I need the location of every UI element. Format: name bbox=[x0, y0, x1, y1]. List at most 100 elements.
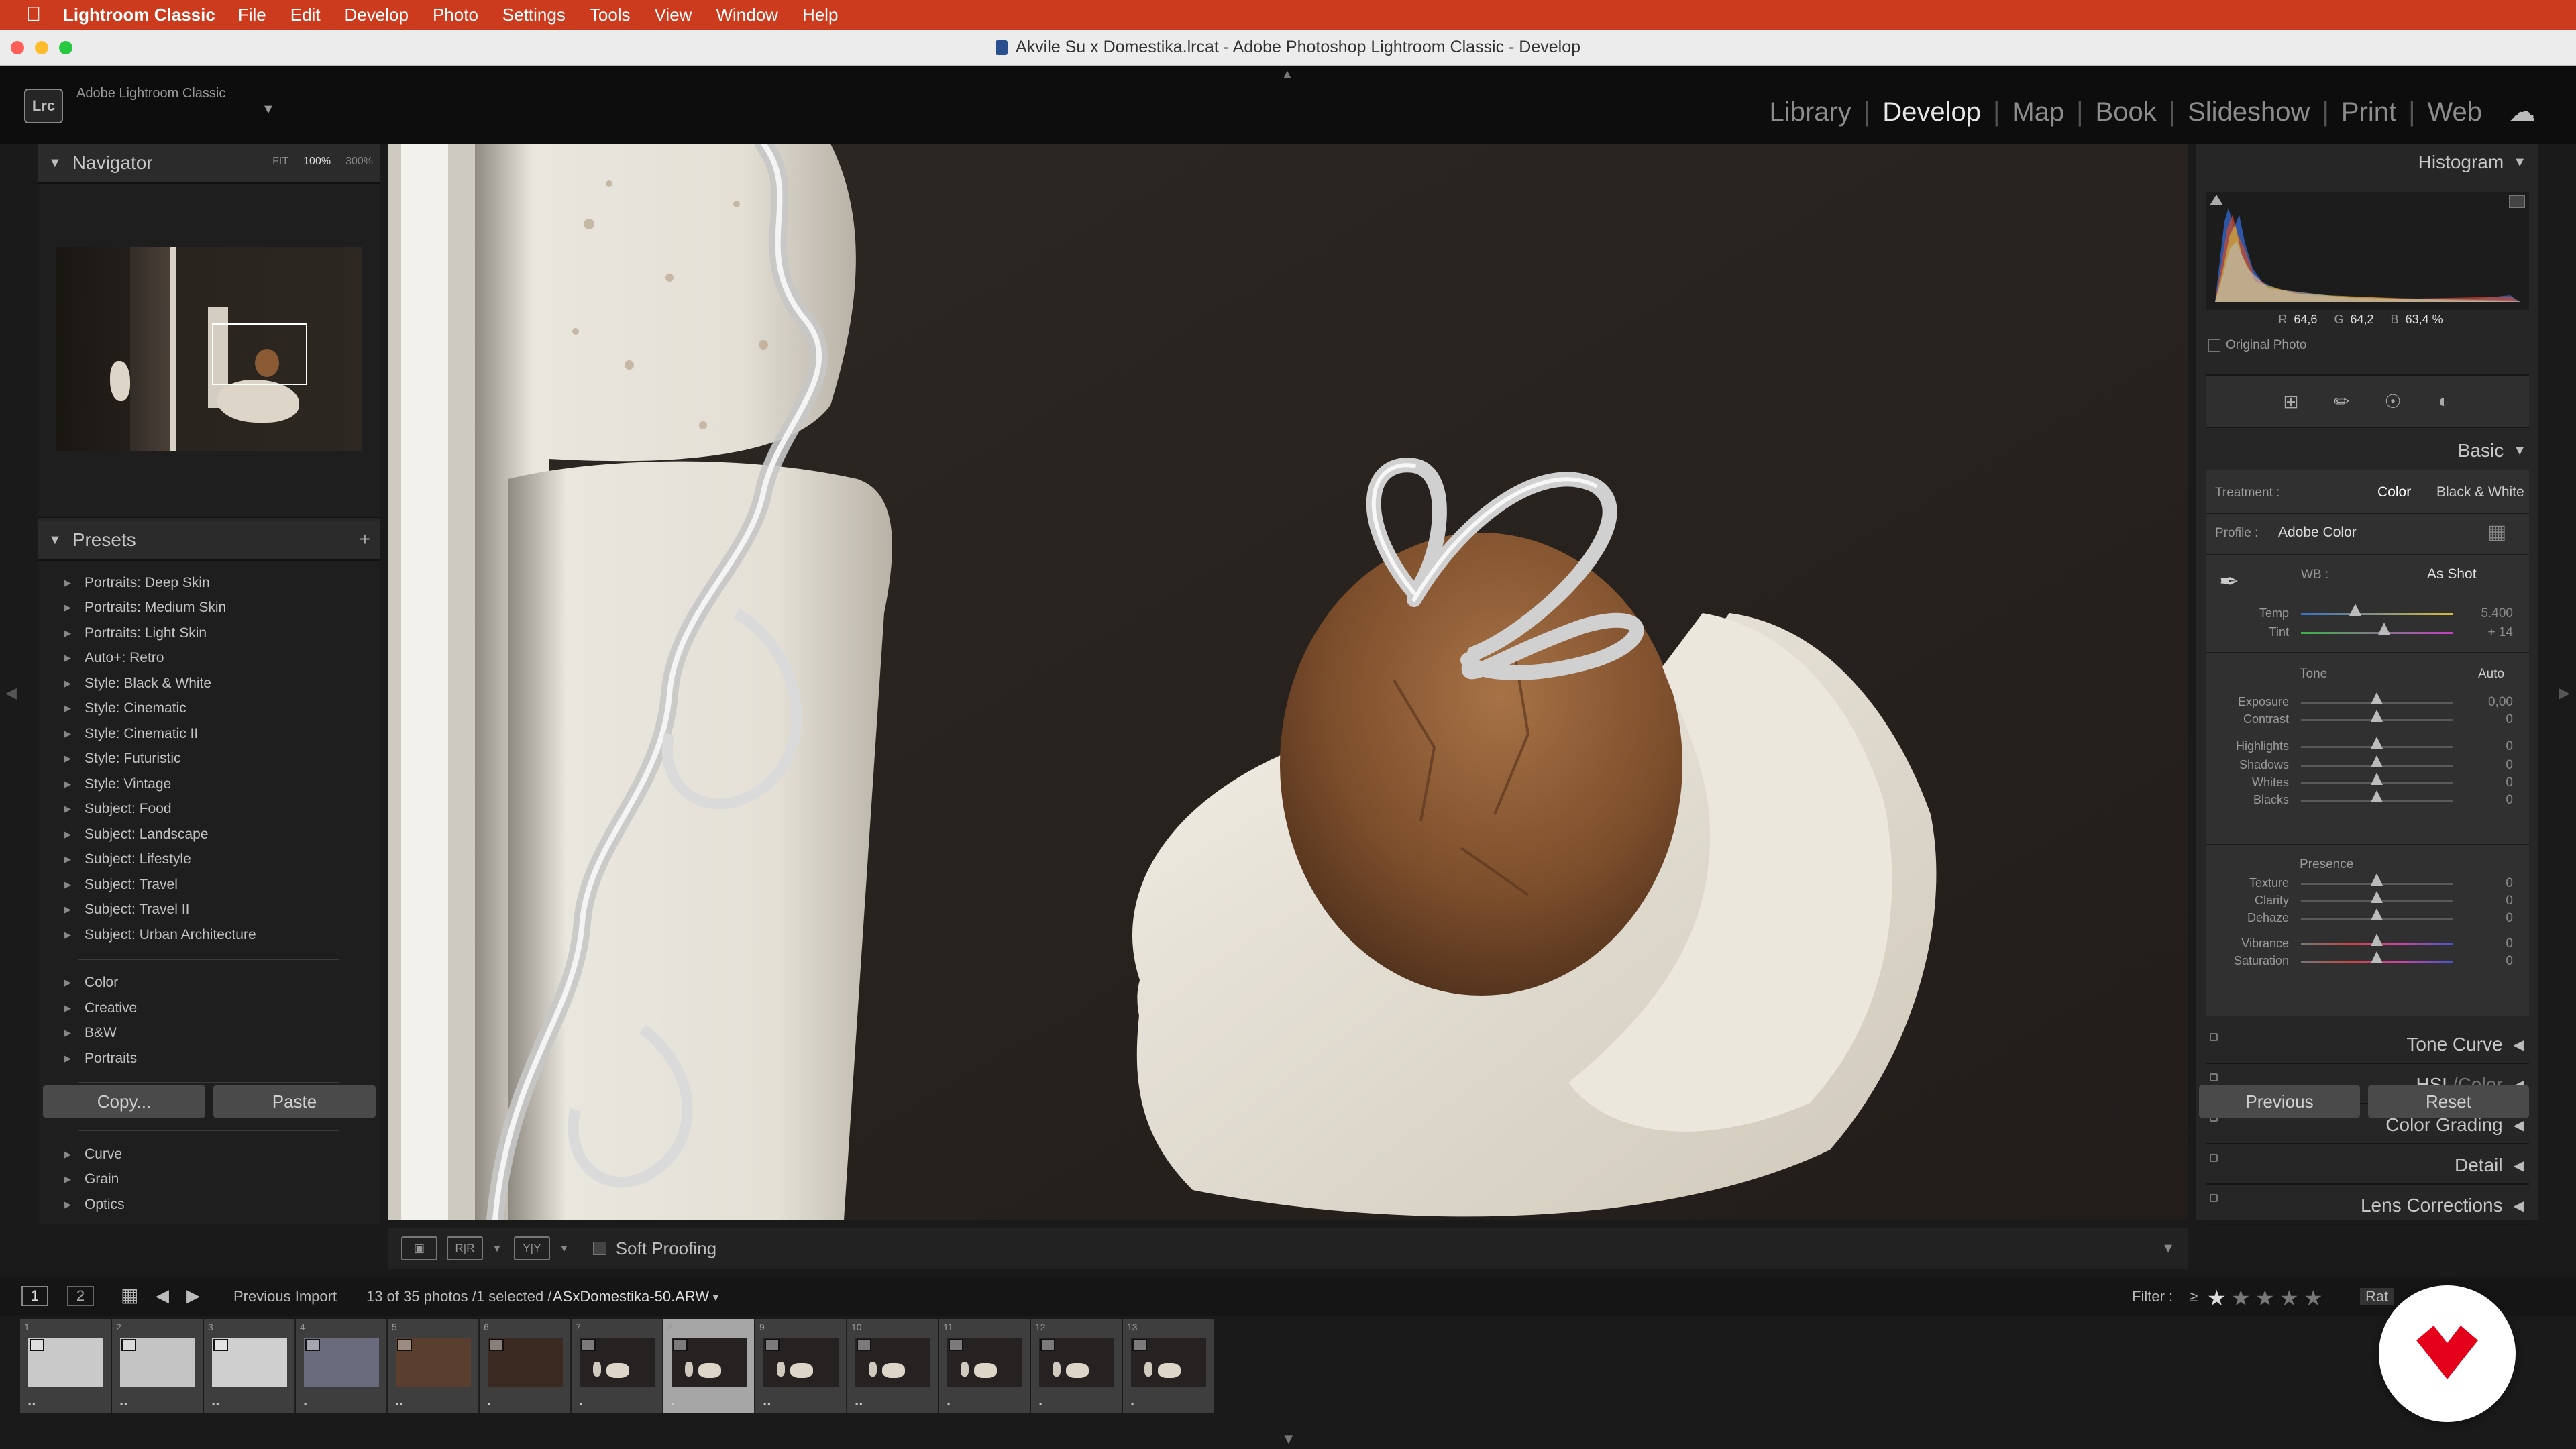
slider-track[interactable] bbox=[2301, 951, 2453, 963]
slider-track[interactable] bbox=[2301, 755, 2453, 767]
previous-button[interactable]: Previous bbox=[2199, 1085, 2360, 1118]
preset-folder[interactable]: ▶ B&W bbox=[38, 1021, 380, 1046]
module-develop[interactable]: Develop bbox=[1870, 97, 1993, 127]
slider-track[interactable] bbox=[2301, 692, 2453, 704]
menu-develop[interactable]: Develop bbox=[345, 5, 409, 25]
preset-folder[interactable]: ▶ Style: Futuristic bbox=[38, 747, 380, 772]
filmstrip-thumbnail[interactable]: 6 • bbox=[480, 1319, 571, 1413]
slider-track[interactable] bbox=[2301, 891, 2453, 903]
right-panel-toggle-icon[interactable]: ▶ bbox=[2559, 684, 2570, 702]
slider-value[interactable]: 0 bbox=[2453, 876, 2513, 891]
slider-thumb[interactable] bbox=[2371, 873, 2383, 885]
red-eye-icon[interactable]: ☉ bbox=[2381, 390, 2404, 413]
panel-enable-switch[interactable] bbox=[2210, 1194, 2218, 1202]
filmstrip-thumbnail[interactable]: 10 •• bbox=[847, 1319, 938, 1413]
slider-track[interactable] bbox=[2301, 790, 2453, 802]
module-map[interactable]: Map bbox=[2000, 97, 2076, 127]
slider-thumb[interactable] bbox=[2371, 891, 2383, 903]
menu-photo[interactable]: Photo bbox=[433, 5, 478, 25]
menu-edit[interactable]: Edit bbox=[290, 5, 321, 25]
navigator-thumbnail[interactable] bbox=[56, 247, 362, 451]
preset-folder[interactable]: ▶ Auto+: Retro bbox=[38, 646, 380, 672]
module-print[interactable]: Print bbox=[2329, 97, 2408, 127]
filmstrip-thumbnail[interactable]: 8 • bbox=[663, 1319, 755, 1413]
slider-thumb[interactable] bbox=[2371, 692, 2383, 704]
zoom-fit[interactable]: FIT bbox=[272, 156, 288, 168]
paste-settings-button[interactable]: Paste bbox=[213, 1085, 376, 1118]
menu-view[interactable]: View bbox=[655, 5, 692, 25]
profile-dropdown[interactable]: Adobe Color bbox=[2278, 525, 2357, 541]
slider-value[interactable]: 5.400 bbox=[2453, 606, 2513, 621]
slider-track[interactable] bbox=[2301, 873, 2453, 885]
loupe-view-icon[interactable]: ▣ bbox=[401, 1236, 437, 1260]
slider-value[interactable]: 0 bbox=[2453, 911, 2513, 926]
soft-proofing-checkbox[interactable] bbox=[592, 1242, 606, 1255]
minimize-window-button[interactable] bbox=[35, 41, 48, 54]
preset-folder[interactable]: ▶ Creative bbox=[38, 996, 380, 1021]
rating-star-icon[interactable]: ★ bbox=[2279, 1285, 2299, 1311]
copy-settings-button[interactable]: Copy... bbox=[43, 1085, 205, 1118]
filename-dropdown-icon[interactable]: ▼ bbox=[711, 1292, 720, 1303]
primary-window-button[interactable]: 1 bbox=[21, 1286, 48, 1306]
treatment-black-white[interactable]: Black & White bbox=[2436, 484, 2524, 500]
filter-operator[interactable]: ≥ bbox=[2190, 1288, 2198, 1305]
slider-value[interactable]: 0 bbox=[2453, 793, 2513, 808]
wb-eyedropper-icon[interactable]: ✒ bbox=[2219, 568, 2239, 596]
preset-folder[interactable]: ▶ Portraits: Deep Skin bbox=[38, 570, 380, 596]
apple-icon[interactable]:  bbox=[20, 3, 47, 26]
preset-folder[interactable]: ▶ Subject: Urban Architecture bbox=[38, 922, 380, 948]
image-canvas[interactable] bbox=[388, 144, 2188, 1220]
zoom-300[interactable]: 300% bbox=[345, 156, 373, 168]
selected-filename[interactable]: ASxDomestika-50.ARW bbox=[553, 1288, 709, 1305]
preset-folder[interactable]: ▶ Grain bbox=[38, 1167, 380, 1193]
presets-header[interactable]: ▼ Presets + bbox=[38, 521, 380, 559]
filmstrip-thumbnail[interactable]: 1 •• bbox=[20, 1319, 111, 1413]
preset-folder[interactable]: ▶ Portraits: Medium Skin bbox=[38, 596, 380, 621]
menu-help[interactable]: Help bbox=[802, 5, 838, 25]
before-after-swap-icon[interactable]: Y|Y bbox=[513, 1236, 550, 1260]
module-library[interactable]: Library bbox=[1758, 97, 1864, 127]
preset-folder[interactable]: ▶ Style: Cinematic II bbox=[38, 721, 380, 747]
rating-star-icon[interactable]: ★ bbox=[2207, 1285, 2226, 1311]
slider-track[interactable] bbox=[2301, 710, 2453, 722]
add-preset-icon[interactable]: + bbox=[360, 529, 370, 550]
filmstrip-thumbnail[interactable]: 3 •• bbox=[204, 1319, 295, 1413]
slider-track[interactable] bbox=[2301, 737, 2453, 749]
reset-button[interactable]: Reset bbox=[2368, 1085, 2529, 1118]
filmstrip-thumbnail[interactable]: 11 • bbox=[939, 1319, 1030, 1413]
left-panel-toggle-icon[interactable]: ◀ bbox=[5, 684, 17, 702]
soft-proofing-toggle[interactable]: Soft Proofing bbox=[592, 1238, 716, 1259]
filmstrip-thumbnail[interactable]: 4 • bbox=[296, 1319, 387, 1413]
slider-thumb[interactable] bbox=[2371, 737, 2383, 749]
slider-value[interactable]: 0 bbox=[2453, 954, 2513, 969]
slider-thumb[interactable] bbox=[2371, 908, 2383, 920]
histogram-graph[interactable] bbox=[2206, 192, 2529, 310]
filmstrip-thumbnail[interactable]: 5 •• bbox=[388, 1319, 479, 1413]
slider-thumb[interactable] bbox=[2371, 710, 2383, 722]
slider-thumb[interactable] bbox=[2349, 604, 2362, 616]
menu-window[interactable]: Window bbox=[716, 5, 777, 25]
original-photo-toggle[interactable]: Original Photo bbox=[2208, 338, 2306, 353]
navigator-view-rectangle[interactable] bbox=[212, 323, 307, 385]
slider-track[interactable] bbox=[2301, 773, 2453, 785]
detail-panel[interactable]: Detail ◀ bbox=[2206, 1147, 2529, 1185]
identity-dropdown-icon[interactable]: ▼ bbox=[262, 102, 275, 117]
grid-view-icon[interactable]: ▦ bbox=[121, 1284, 138, 1306]
preset-folder[interactable]: ▶ Optics bbox=[38, 1192, 380, 1218]
preset-folder[interactable]: ▶ Portraits: Light Skin bbox=[38, 621, 380, 646]
slider-value[interactable]: 0,00 bbox=[2453, 695, 2513, 710]
top-panel-toggle-icon[interactable]: ▲ bbox=[1281, 67, 1293, 81]
forward-arrow-icon[interactable]: ▶ bbox=[186, 1285, 200, 1306]
slider-value[interactable]: + 14 bbox=[2453, 625, 2513, 640]
filmstrip-thumbnail[interactable]: 7 • bbox=[572, 1319, 663, 1413]
slider-track[interactable] bbox=[2301, 604, 2453, 616]
filmstrip-thumbnail[interactable]: 2 •• bbox=[112, 1319, 203, 1413]
panel-enable-switch[interactable] bbox=[2210, 1154, 2218, 1162]
panel-enable-switch[interactable] bbox=[2210, 1033, 2218, 1041]
tone-auto-button[interactable]: Auto bbox=[2478, 667, 2504, 682]
histogram-header[interactable]: Histogram ▼ bbox=[2196, 144, 2538, 181]
panel-enable-switch[interactable] bbox=[2210, 1073, 2218, 1081]
slider-value[interactable]: 0 bbox=[2453, 739, 2513, 754]
basic-header[interactable]: Basic ▼ bbox=[2196, 432, 2538, 470]
preset-folder[interactable]: ▶ Portraits bbox=[38, 1046, 380, 1071]
